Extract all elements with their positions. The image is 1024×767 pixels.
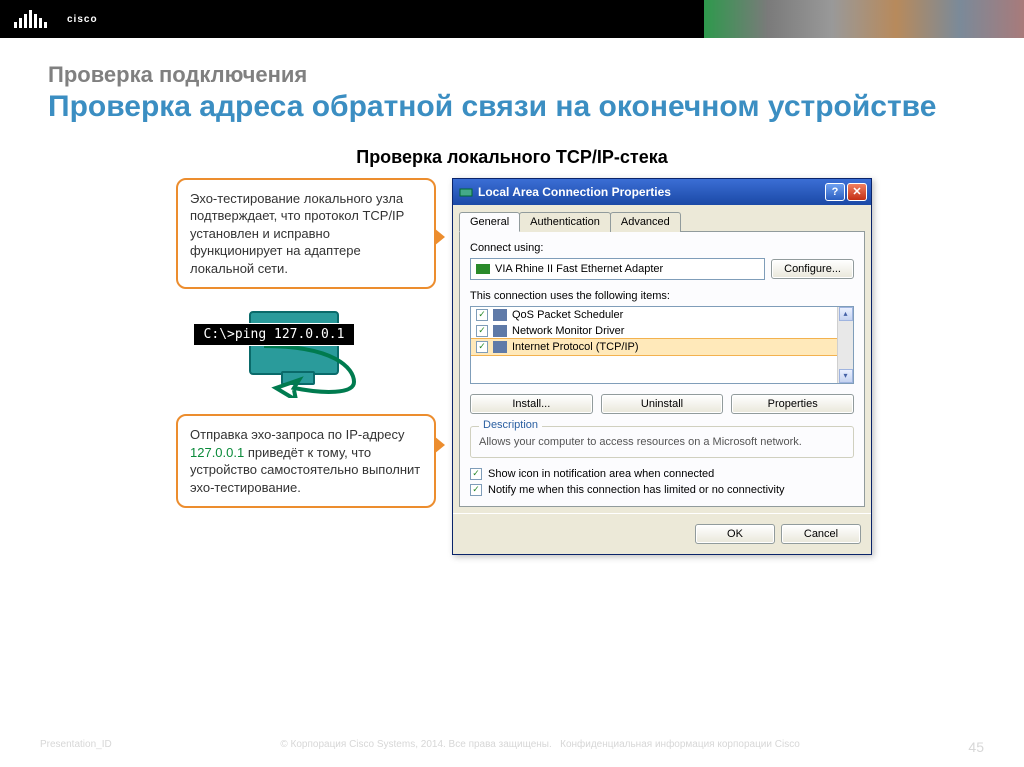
list-item[interactable]: ✓ QoS Packet Scheduler: [471, 307, 853, 323]
adapter-name: VIA Rhine II Fast Ethernet Adapter: [495, 263, 663, 275]
callout-echo-test: Эхо-тестирование локального узла подтвер…: [176, 178, 436, 290]
tab-advanced[interactable]: Advanced: [610, 212, 681, 232]
tab-authentication[interactable]: Authentication: [519, 212, 611, 232]
description-text: Allows your computer to access resources…: [479, 435, 845, 449]
checkbox-icon[interactable]: ✓: [470, 468, 482, 480]
description-group: Description Allows your computer to acce…: [470, 426, 854, 458]
notify-label: Notify me when this connection has limit…: [488, 484, 785, 496]
tab-strip: General Authentication Advanced: [453, 205, 871, 231]
scrollbar[interactable]: ▴ ▾: [837, 307, 853, 383]
footer-mid: © Корпорация Cisco Systems, 2014. Все пр…: [280, 739, 551, 750]
ok-button[interactable]: OK: [695, 524, 775, 544]
help-button[interactable]: ?: [825, 183, 845, 201]
footer-left: Presentation_ID: [40, 739, 112, 755]
cisco-logo: cisco: [67, 14, 98, 25]
uninstall-button[interactable]: Uninstall: [601, 394, 724, 414]
checkbox-icon[interactable]: ✓: [470, 484, 482, 496]
page-number: 45: [968, 739, 984, 755]
list-item[interactable]: ✓ Network Monitor Driver: [471, 323, 853, 339]
callout-text: Эхо-тестирование локального узла подтвер…: [190, 190, 422, 278]
titlebar[interactable]: Local Area Connection Properties ? ✕: [453, 179, 871, 205]
item-label: Internet Protocol (TCP/IP): [512, 341, 639, 353]
item-label: QoS Packet Scheduler: [512, 309, 623, 321]
checkbox-icon[interactable]: ✓: [476, 325, 488, 337]
component-icon: [493, 341, 507, 353]
cancel-button[interactable]: Cancel: [781, 524, 861, 544]
slide-footer: Presentation_ID © Корпорация Cisco Syste…: [0, 739, 1024, 755]
callout2-pre: Отправка эхо-запроса по IP-адресу: [190, 427, 405, 442]
network-adapter-icon: [459, 185, 473, 199]
slide-title: Проверка адреса обратной связи на оконеч…: [48, 90, 976, 125]
connection-properties-dialog: Local Area Connection Properties ? ✕ Gen…: [452, 178, 872, 555]
header-bar: cisco: [0, 0, 1024, 38]
components-listbox[interactable]: ✓ QoS Packet Scheduler ✓ Network Monitor…: [470, 306, 854, 384]
header-photo-strip: [704, 0, 1024, 38]
callout-send-echo: Отправка эхо-запроса по IP-адресу 127.0.…: [176, 414, 436, 508]
show-icon-label: Show icon in notification area when conn…: [488, 468, 714, 480]
checkbox-icon[interactable]: ✓: [476, 341, 488, 353]
footer-right: Конфиденциальная информация корпорации C…: [560, 739, 800, 750]
item-label: Network Monitor Driver: [512, 325, 624, 337]
component-icon: [493, 325, 507, 337]
description-title: Description: [479, 419, 542, 431]
close-button[interactable]: ✕: [847, 183, 867, 201]
scroll-down-icon[interactable]: ▾: [839, 369, 853, 383]
callout2-ip: 127.0.0.1: [190, 445, 244, 460]
configure-button[interactable]: Configure...: [771, 259, 854, 279]
scroll-up-icon[interactable]: ▴: [839, 307, 853, 321]
computer-graphic: C:\>ping 127.0.0.1: [204, 311, 384, 388]
items-label: This connection uses the following items…: [470, 290, 854, 302]
connect-using-label: Connect using:: [470, 242, 854, 254]
adapter-field[interactable]: VIA Rhine II Fast Ethernet Adapter: [470, 258, 765, 280]
properties-button[interactable]: Properties: [731, 394, 854, 414]
diagram-title: Проверка локального TCP/IP-стека: [48, 147, 976, 168]
install-button[interactable]: Install...: [470, 394, 593, 414]
tab-general[interactable]: General: [459, 212, 520, 232]
ping-command: C:\>ping 127.0.0.1: [193, 323, 356, 346]
component-icon: [493, 309, 507, 321]
nic-icon: [476, 264, 490, 274]
notify-checkbox[interactable]: ✓ Notify me when this connection has lim…: [470, 484, 854, 496]
checkbox-icon[interactable]: ✓: [476, 309, 488, 321]
list-item-selected[interactable]: ✓ Internet Protocol (TCP/IP): [471, 339, 853, 355]
slide-subtitle: Проверка подключения: [48, 62, 976, 88]
cisco-bars-icon: [14, 10, 47, 28]
dialog-title: Local Area Connection Properties: [478, 185, 825, 199]
show-icon-checkbox[interactable]: ✓ Show icon in notification area when co…: [470, 468, 854, 480]
